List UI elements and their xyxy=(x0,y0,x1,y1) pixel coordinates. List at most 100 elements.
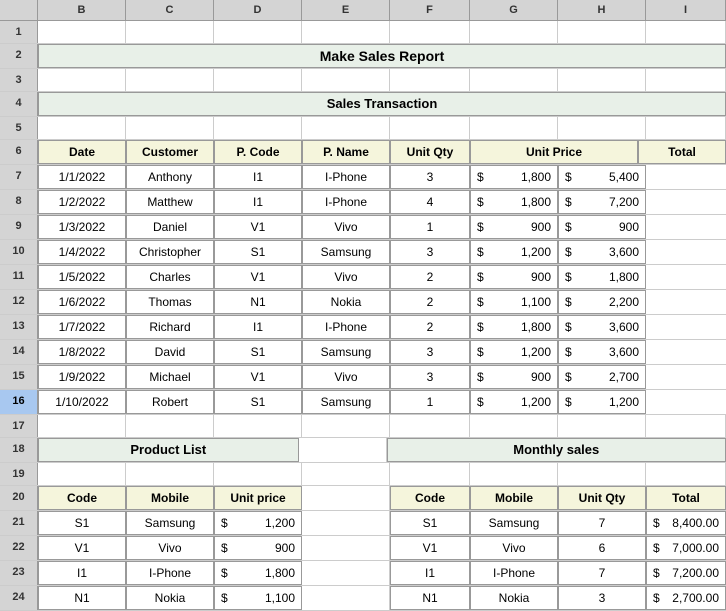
sales-pcode-7[interactable]: I1 xyxy=(214,165,302,189)
sales-unitprice-7[interactable]: $1,800 xyxy=(470,165,558,189)
monthly-unitqty-23[interactable]: 7 xyxy=(558,561,646,585)
cell-i1[interactable] xyxy=(646,21,726,43)
prod-price-23[interactable]: $1,800 xyxy=(214,561,302,585)
sales-pcode-12[interactable]: N1 xyxy=(214,290,302,314)
cell-b1[interactable] xyxy=(38,21,126,43)
cell-i5[interactable] xyxy=(646,117,726,139)
cell-e3[interactable] xyxy=(302,69,390,91)
cell-h17[interactable] xyxy=(558,415,646,437)
sales-pname-9[interactable]: Vivo xyxy=(302,215,390,239)
sales-pname-11[interactable]: Vivo xyxy=(302,265,390,289)
sales-customer-15[interactable]: Michael xyxy=(126,365,214,389)
sales-unitqty-14[interactable]: 3 xyxy=(390,340,470,364)
cell-h5[interactable] xyxy=(558,117,646,139)
cell-d19[interactable] xyxy=(214,463,302,485)
cell-e19[interactable] xyxy=(302,463,390,485)
cell-e18[interactable] xyxy=(299,438,387,462)
cell-f3[interactable] xyxy=(390,69,470,91)
prod-mobile-21[interactable]: Samsung xyxy=(126,511,214,535)
sales-total-8[interactable]: $7,200 xyxy=(558,190,646,214)
sales-pcode-15[interactable]: V1 xyxy=(214,365,302,389)
cell-f19[interactable] xyxy=(390,463,470,485)
cell-d1[interactable] xyxy=(214,21,302,43)
cell-e22[interactable] xyxy=(302,536,390,560)
sales-total-10[interactable]: $3,600 xyxy=(558,240,646,264)
cell-c1[interactable] xyxy=(126,21,214,43)
cell-g19[interactable] xyxy=(470,463,558,485)
monthly-total-22[interactable]: $7,000.00 xyxy=(646,536,726,560)
prod-code-23[interactable]: I1 xyxy=(38,561,126,585)
sales-pcode-13[interactable]: I1 xyxy=(214,315,302,339)
sales-pcode-16[interactable]: S1 xyxy=(214,390,302,414)
monthly-unitqty-24[interactable]: 3 xyxy=(558,586,646,610)
cell-i17[interactable] xyxy=(646,415,726,437)
sales-pcode-8[interactable]: I1 xyxy=(214,190,302,214)
sales-pname-14[interactable]: Samsung xyxy=(302,340,390,364)
monthly-code-21[interactable]: S1 xyxy=(390,511,470,535)
sales-pname-16[interactable]: Samsung xyxy=(302,390,390,414)
monthly-total-21[interactable]: $8,400.00 xyxy=(646,511,726,535)
monthly-code-23[interactable]: I1 xyxy=(390,561,470,585)
sales-total-11[interactable]: $1,800 xyxy=(558,265,646,289)
sales-unitprice-9[interactable]: $900 xyxy=(470,215,558,239)
sales-unitprice-15[interactable]: $900 xyxy=(470,365,558,389)
monthly-total-23[interactable]: $7,200.00 xyxy=(646,561,726,585)
sales-unitqty-11[interactable]: 2 xyxy=(390,265,470,289)
cell-f17[interactable] xyxy=(390,415,470,437)
monthly-mobile-22[interactable]: Vivo xyxy=(470,536,558,560)
sales-unitqty-7[interactable]: 3 xyxy=(390,165,470,189)
cell-i19[interactable] xyxy=(646,463,726,485)
sales-customer-8[interactable]: Matthew xyxy=(126,190,214,214)
cell-b5[interactable] xyxy=(38,117,126,139)
cell-b17[interactable] xyxy=(38,415,126,437)
sales-pname-15[interactable]: Vivo xyxy=(302,365,390,389)
sales-total-16[interactable]: $1,200 xyxy=(558,390,646,414)
monthly-mobile-24[interactable]: Nokia xyxy=(470,586,558,610)
cell-g5[interactable] xyxy=(470,117,558,139)
sales-pcode-10[interactable]: S1 xyxy=(214,240,302,264)
cell-g17[interactable] xyxy=(470,415,558,437)
monthly-unitqty-21[interactable]: 7 xyxy=(558,511,646,535)
cell-g1[interactable] xyxy=(470,21,558,43)
cell-e21[interactable] xyxy=(302,511,390,535)
sales-unitqty-13[interactable]: 2 xyxy=(390,315,470,339)
sales-pname-8[interactable]: I-Phone xyxy=(302,190,390,214)
cell-c17[interactable] xyxy=(126,415,214,437)
sales-total-7[interactable]: $5,400 xyxy=(558,165,646,189)
monthly-code-24[interactable]: N1 xyxy=(390,586,470,610)
sales-customer-11[interactable]: Charles xyxy=(126,265,214,289)
cell-c5[interactable] xyxy=(126,117,214,139)
prod-code-22[interactable]: V1 xyxy=(38,536,126,560)
sales-date-13[interactable]: 1/7/2022 xyxy=(38,315,126,339)
sales-pcode-9[interactable]: V1 xyxy=(214,215,302,239)
sales-date-7[interactable]: 1/1/2022 xyxy=(38,165,126,189)
sales-total-9[interactable]: $900 xyxy=(558,215,646,239)
sales-pcode-11[interactable]: V1 xyxy=(214,265,302,289)
sales-unitqty-12[interactable]: 2 xyxy=(390,290,470,314)
sales-unitqty-8[interactable]: 4 xyxy=(390,190,470,214)
cell-c19[interactable] xyxy=(126,463,214,485)
prod-mobile-24[interactable]: Nokia xyxy=(126,586,214,610)
sales-date-10[interactable]: 1/4/2022 xyxy=(38,240,126,264)
sales-date-14[interactable]: 1/8/2022 xyxy=(38,340,126,364)
cell-b3[interactable] xyxy=(38,69,126,91)
sales-date-16[interactable]: 1/10/2022 xyxy=(38,390,126,414)
cell-b19[interactable] xyxy=(38,463,126,485)
prod-price-21[interactable]: $1,200 xyxy=(214,511,302,535)
sales-customer-14[interactable]: David xyxy=(126,340,214,364)
cell-f5[interactable] xyxy=(390,117,470,139)
cell-d3[interactable] xyxy=(214,69,302,91)
cell-e5[interactable] xyxy=(302,117,390,139)
sales-unitqty-10[interactable]: 3 xyxy=(390,240,470,264)
sales-date-15[interactable]: 1/9/2022 xyxy=(38,365,126,389)
prod-mobile-23[interactable]: I-Phone xyxy=(126,561,214,585)
cell-f1[interactable] xyxy=(390,21,470,43)
sales-total-15[interactable]: $2,700 xyxy=(558,365,646,389)
cell-c3[interactable] xyxy=(126,69,214,91)
monthly-unitqty-22[interactable]: 6 xyxy=(558,536,646,560)
sales-total-12[interactable]: $2,200 xyxy=(558,290,646,314)
cell-e1[interactable] xyxy=(302,21,390,43)
sales-customer-12[interactable]: Thomas xyxy=(126,290,214,314)
prod-mobile-22[interactable]: Vivo xyxy=(126,536,214,560)
sales-customer-7[interactable]: Anthony xyxy=(126,165,214,189)
